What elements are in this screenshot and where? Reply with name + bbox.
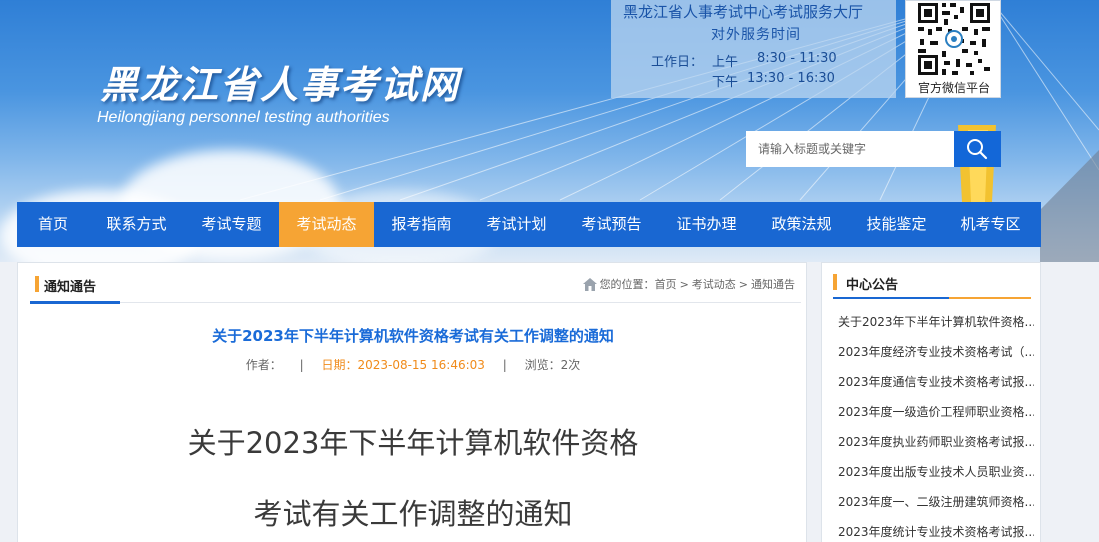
announcement-item[interactable]: 2023年度一、二级注册建筑师资格... [838, 487, 1034, 517]
article-heading-line1: 关于2023年下半年计算机软件资格 [187, 426, 639, 460]
section-title: 通知通告 [44, 280, 97, 295]
service-hours-panel: 黑龙江省人事考试中心考试服务大厅 对外服务时间 工作日： 上午 8:30 - 1… [611, 0, 896, 98]
home-icon [582, 277, 597, 291]
announcements-title: 中心公告 [846, 278, 899, 293]
nav-item-certificates[interactable]: 证书办理 [659, 202, 754, 247]
nav-item-contact[interactable]: 联系方式 [89, 202, 184, 247]
announcement-item[interactable]: 2023年度统计专业技术资格考试报... [838, 517, 1034, 542]
site-subtitle: Heilongjiang personnel testing authoriti… [97, 109, 390, 126]
announcement-item[interactable]: 关于2023年下半年计算机软件资格... [838, 307, 1034, 337]
nav-item-exam-plan[interactable]: 考试计划 [469, 202, 564, 247]
announcement-item[interactable]: 2023年度执业药师职业资格考试报... [838, 427, 1034, 457]
meta-separator: | [502, 358, 507, 372]
article-title: 关于2023年下半年计算机软件资格考试有关工作调整的通知 [212, 327, 614, 345]
breadcrumb-link-exam-news[interactable]: 考试动态 [692, 276, 736, 292]
search-icon [967, 139, 988, 160]
afternoon-hours: 13:30 - 16:30 [747, 71, 835, 86]
qr-label: 官方微信平台 [917, 81, 990, 95]
nav-item-skill-appraisal[interactable]: 技能鉴定 [849, 202, 944, 247]
wechat-qr-panel: 官方微信平台 [905, 0, 1001, 98]
breadcrumb-separator: > [738, 277, 748, 291]
announcements-panel: 中心公告 关于2023年下半年计算机软件资格... 2023年度经济专业技术资格… [821, 262, 1041, 542]
search-button[interactable] [954, 131, 1001, 167]
workday-label: 工作日： [651, 55, 704, 70]
breadcrumb: 您的位置： 首页 > 考试动态 > 通知通告 [582, 276, 795, 292]
announcements-marker [833, 274, 837, 290]
nav-item-home[interactable]: 首页 [17, 202, 89, 247]
morning-hours: 8:30 - 11:30 [757, 51, 837, 66]
announcement-item[interactable]: 2023年度经济专业技术资格考试（... [838, 337, 1034, 367]
meta-separator: | [299, 358, 304, 372]
announcement-item[interactable]: 2023年度出版专业技术人员职业资... [838, 457, 1034, 487]
morning-label: 上午 [712, 55, 739, 70]
nav-item-computer-exam[interactable]: 机考专区 [944, 202, 1037, 247]
nav-item-exam-topics[interactable]: 考试专题 [184, 202, 279, 247]
announcements-underline [833, 297, 949, 299]
search-input[interactable] [746, 131, 954, 167]
breadcrumb-separator: > [679, 277, 689, 291]
article-panel: 通知通告 您的位置： 首页 > 考试动态 > 通知通告 关于2023年下半年计算… [17, 262, 807, 542]
article-views: 浏览：2次 [524, 358, 581, 372]
nav-item-exam-preview[interactable]: 考试预告 [564, 202, 659, 247]
announcement-item[interactable]: 2023年度一级造价工程师职业资格... [838, 397, 1034, 427]
section-underline [30, 301, 120, 304]
nav-item-registration-guide[interactable]: 报考指南 [374, 202, 469, 247]
article-date: 日期：2023-08-15 16:46:03 [321, 358, 485, 372]
service-title: 黑龙江省人事考试中心考试服务大厅 [623, 3, 864, 21]
section-marker [35, 276, 39, 292]
nav-item-policies[interactable]: 政策法规 [754, 202, 849, 247]
article-heading-line2: 考试有关工作调整的通知 [253, 497, 573, 531]
section-header: 通知通告 您的位置： 首页 > 考试动态 > 通知通告 [30, 273, 801, 304]
qr-code-icon [916, 1, 992, 77]
breadcrumb-prefix: 您的位置： [599, 278, 655, 291]
article-meta: 作者： | 日期：2023-08-15 16:46:03 | 浏览：2次 [18, 356, 808, 373]
service-subtitle: 对外服务时间 [711, 27, 801, 43]
announcement-item[interactable]: 2023年度通信专业技术资格考试报... [838, 367, 1034, 397]
main-nav: 首页 联系方式 考试专题 考试动态 报考指南 考试计划 考试预告 证书办理 政策… [17, 202, 1041, 247]
breadcrumb-link-home[interactable]: 首页 [655, 276, 677, 292]
announcements-header: 中心公告 [833, 271, 1031, 299]
afternoon-label: 下午 [712, 75, 739, 90]
article-author: 作者： [245, 358, 282, 372]
breadcrumb-link-notices[interactable]: 通知通告 [751, 276, 795, 292]
site-title: 黑龙江省人事考试网 [100, 63, 461, 107]
announcements-list: 关于2023年下半年计算机软件资格... 2023年度经济专业技术资格考试（..… [838, 307, 1034, 542]
nav-item-exam-news[interactable]: 考试动态 [279, 202, 374, 247]
